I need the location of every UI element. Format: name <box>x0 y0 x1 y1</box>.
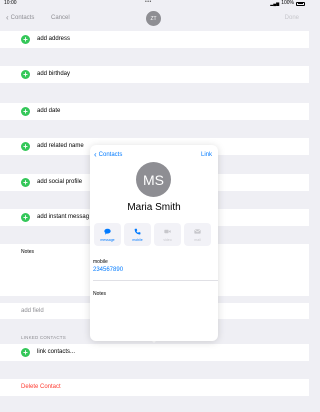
message-label: message <box>100 238 115 242</box>
add-icon: + <box>21 213 30 222</box>
contact-name: Maria Smith <box>127 202 181 213</box>
navigation-bar: ‹ Contacts Cancel ZT Done <box>0 9 309 29</box>
mail-icon <box>184 228 211 238</box>
video-button[interactable]: video <box>154 223 181 246</box>
add-icon: + <box>21 107 30 116</box>
link-contacts-label: link contacts... <box>37 349 76 355</box>
popover-divider <box>93 280 218 281</box>
cancel-button[interactable]: Cancel <box>51 15 70 21</box>
popover-back-label: Contacts <box>98 152 123 158</box>
chevron-left-icon: ‹ <box>94 150 97 159</box>
delete-contact-row[interactable]: Delete Contact <box>0 379 309 396</box>
message-button[interactable]: message <box>94 223 121 246</box>
add-instant-message-label: add instant messag <box>37 214 90 220</box>
popover-notes-label: Notes <box>93 291 107 297</box>
contact-avatar: MS <box>136 162 171 197</box>
add-birthday-row[interactable]: + add birthday <box>0 66 309 83</box>
phone-type-label: mobile <box>93 259 108 265</box>
status-bar: 10:00 ••• ▂▄▆ 100% <box>0 0 309 7</box>
avatar[interactable]: ZT <box>146 11 161 26</box>
mobile-call-button[interactable]: mobile <box>124 223 151 246</box>
video-label: video <box>163 238 172 242</box>
signal-icon: ▂▄▆ <box>270 1 280 6</box>
link-contacts-row[interactable]: + link contacts... <box>0 344 309 361</box>
multitasking-dots: ••• <box>145 0 152 5</box>
phone-icon <box>124 228 151 238</box>
done-button[interactable]: Done <box>285 15 299 21</box>
add-icon: + <box>21 178 30 187</box>
add-icon: + <box>21 348 30 357</box>
add-field-label: add field <box>21 308 44 314</box>
add-social-profile-label: add social profile <box>37 179 83 185</box>
contact-actions: message mobile video mail <box>94 223 211 246</box>
video-icon <box>154 228 181 238</box>
popover-back-button[interactable]: ‹ Contacts <box>94 150 123 159</box>
back-label: Contacts <box>10 15 35 21</box>
message-icon <box>94 228 121 238</box>
add-icon: + <box>21 142 30 151</box>
back-button[interactable]: ‹ Contacts <box>6 13 35 22</box>
delete-contact-label: Delete Contact <box>21 384 61 390</box>
mail-label: mail <box>194 238 201 242</box>
status-right: ▂▄▆ 100% <box>270 0 305 7</box>
notes-label: Notes <box>21 249 35 255</box>
battery-percent: 100% <box>281 0 294 6</box>
status-time: 10:00 <box>4 0 17 6</box>
add-related-name-label: add related name <box>37 143 84 149</box>
linked-contacts-header: LINKED CONTACTS <box>21 335 66 340</box>
add-address-row[interactable]: + add address <box>0 31 309 48</box>
mail-button[interactable]: mail <box>184 223 211 246</box>
add-date-row[interactable]: + add date <box>0 103 309 120</box>
add-birthday-label: add birthday <box>37 71 71 77</box>
phone-number-link[interactable]: 234567890 <box>93 267 123 273</box>
chevron-left-icon: ‹ <box>6 13 9 22</box>
add-icon: + <box>21 35 30 44</box>
add-icon: + <box>21 70 30 79</box>
contact-popover: ‹ Contacts Link MS Maria Smith message m… <box>90 145 218 341</box>
link-button[interactable]: Link <box>201 152 212 158</box>
add-address-label: add address <box>37 36 71 42</box>
add-date-label: add date <box>37 108 61 114</box>
battery-icon <box>296 1 305 6</box>
mobile-label: mobile <box>132 238 143 242</box>
